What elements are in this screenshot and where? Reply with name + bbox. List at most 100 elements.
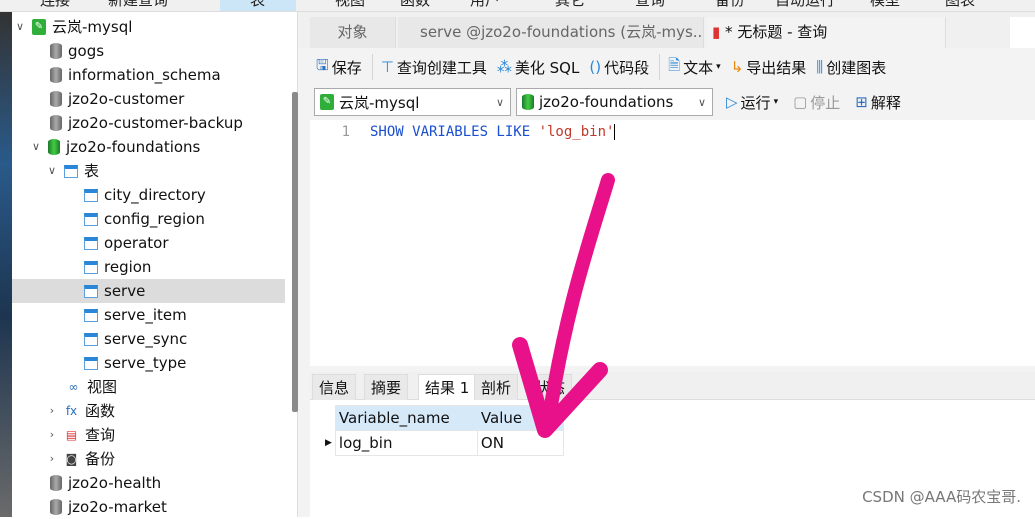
query-toolbar: 🖫 保存 ⊤ 查询创建工具 ⁂ 美化 SQL () 代码段 🗎 文本 ▾ ↳ 导出结果 ⫼ 创建… — [316, 52, 896, 82]
database-icon — [50, 115, 62, 131]
chevron-down-icon[interactable]: ∨ — [46, 159, 58, 183]
chevron-right-icon[interactable]: › — [46, 447, 58, 471]
header-row: Variable_name Value — [322, 405, 564, 431]
tree-db-customer-backup[interactable]: jzo2o-customer-backup — [50, 111, 243, 135]
tree-tables-group[interactable]: ∨ 表 — [46, 159, 99, 183]
menu-connect[interactable]: 连接 — [40, 0, 70, 10]
table-icon — [84, 308, 98, 322]
tree-backups-group[interactable]: › ◙ 备份 — [46, 447, 115, 471]
database-select[interactable]: jzo2o-foundations ∨ — [516, 88, 713, 116]
tab-status[interactable]: 状态 — [528, 374, 573, 400]
menu-chart[interactable]: 图表 — [945, 0, 975, 10]
database-open-icon — [48, 139, 60, 155]
menu-automation[interactable]: 自动运行 — [775, 0, 835, 10]
tab-objects[interactable]: 对象 — [310, 17, 396, 48]
chevron-down-icon[interactable]: ∨ — [30, 135, 42, 159]
text-button[interactable]: 🗎 文本 ▾ — [668, 55, 721, 80]
table-label: serve_type — [104, 354, 187, 372]
db-label: jzo2o-customer — [68, 90, 185, 108]
tree-db-foundations[interactable]: ∨ jzo2o-foundations — [30, 135, 200, 159]
sql-code[interactable]: SHOW VARIABLES LIKE 'log_bin' — [370, 124, 616, 140]
table-icon — [84, 236, 98, 250]
column-header[interactable]: Variable_name — [334, 405, 478, 431]
table-label: serve_item — [104, 306, 187, 324]
tab-profile[interactable]: 剖析 — [474, 374, 519, 400]
tree-views-group[interactable]: ∞ 视图 — [66, 375, 118, 399]
column-header[interactable]: Value — [476, 405, 564, 431]
tree-db-customer[interactable]: jzo2o-customer — [50, 87, 184, 111]
database-icon — [50, 475, 62, 491]
cell[interactable]: ON — [476, 430, 564, 456]
beautify-sql-button[interactable]: ⁂ 美化 SQL — [497, 57, 579, 78]
magic-wand-icon: ⁂ — [496, 58, 512, 76]
mysql-connection-icon: ✎ — [320, 94, 334, 110]
menu-other[interactable]: 其它 — [555, 0, 585, 10]
document-icon: 🗎 — [668, 55, 681, 74]
connection-select[interactable]: ✎ 云岚-mysql ∨ — [314, 88, 511, 116]
chevron-down-icon[interactable]: ∨ — [14, 15, 26, 39]
menu-new-query[interactable]: 新建查询 — [108, 0, 168, 10]
stop-button[interactable]: ▢ 停止 — [793, 92, 840, 113]
menu-table[interactable]: 表 — [250, 0, 265, 10]
result-table: Variable_name Value ▶ log_bin ON — [322, 405, 564, 456]
chart-icon: ⫼ — [816, 58, 824, 76]
create-chart-button[interactable]: ⫼ 创建图表 — [816, 57, 886, 78]
menu-function[interactable]: 函数 — [400, 0, 430, 10]
label: 文本 — [683, 58, 714, 77]
tree-table[interactable]: serve_sync — [84, 327, 187, 351]
tree-table[interactable]: city_directory — [84, 183, 206, 207]
tree-db-gogs[interactable]: gogs — [50, 39, 104, 63]
chevron-right-icon[interactable]: › — [46, 399, 58, 423]
tab-query[interactable]: ▮ * 无标题 - 查询 — [706, 17, 946, 48]
cell[interactable]: log_bin — [334, 430, 478, 456]
parentheses-icon: () — [589, 58, 602, 76]
tab-result-1[interactable]: 结果 1 — [418, 374, 477, 400]
table-row[interactable]: ▶ log_bin ON — [322, 430, 564, 456]
tree-queries-group[interactable]: › ▤ 查询 — [46, 423, 115, 447]
tree-table-selected[interactable]: serve — [12, 279, 285, 303]
database-icon — [522, 94, 534, 110]
label: 运行 — [740, 93, 771, 112]
tree-db-information-schema[interactable]: information_schema — [50, 63, 221, 87]
export-results-button[interactable]: ↳ 导出结果 — [731, 57, 807, 78]
tab-summary[interactable]: 摘要 — [364, 374, 409, 400]
table-icon — [84, 212, 98, 226]
tree-connection[interactable]: ∨ ✎ 云岚-mysql — [14, 15, 132, 39]
sql-editor[interactable]: 1 SHOW VARIABLES LIKE 'log_bin' — [310, 120, 1035, 366]
watermark: CSDN @AAA码农宝哥. — [862, 488, 1021, 506]
tree-db-market[interactable]: jzo2o-market — [50, 495, 167, 519]
group-label: 函数 — [85, 402, 116, 420]
explain-button[interactable]: ⊞ 解释 — [855, 92, 901, 113]
save-button[interactable]: 🖫 保存 — [316, 55, 362, 80]
label: 美化 SQL — [514, 58, 580, 77]
tree-table[interactable]: region — [84, 255, 151, 279]
chevron-right-icon[interactable]: › — [46, 423, 58, 447]
tree-table[interactable]: serve_item — [84, 303, 187, 327]
query-builder-button[interactable]: ⊤ 查询创建工具 — [381, 57, 487, 78]
dropdown-icon: ▾ — [716, 62, 721, 72]
export-icon: ↳ — [730, 58, 744, 76]
tree-table[interactable]: serve_type — [84, 351, 186, 375]
tab-info[interactable]: 信息 — [312, 374, 357, 400]
menu-view[interactable]: 视图 — [335, 0, 365, 10]
database-icon — [50, 499, 62, 515]
db-label: jzo2o-customer-backup — [68, 114, 243, 132]
tab-bar: 对象 serve @jzo2o-foundations (云岚-mys... ▮… — [298, 12, 1035, 48]
tree-table[interactable]: operator — [84, 231, 169, 255]
menu-backup[interactable]: 备份 — [715, 0, 745, 10]
tree-db-health[interactable]: jzo2o-health — [50, 471, 161, 495]
result-tabs: 信息 摘要 结果 1 剖析 状态 — [310, 372, 1035, 400]
menu-user[interactable]: 用户 — [470, 0, 500, 10]
table-label: serve_sync — [104, 330, 188, 348]
db-label: information_schema — [68, 66, 221, 84]
tree-functions-group[interactable]: › fx 函数 — [46, 399, 115, 423]
menu-query[interactable]: 查询 — [635, 0, 665, 10]
code-snippet-button[interactable]: () 代码段 — [589, 57, 649, 78]
database-icon — [50, 67, 62, 83]
menu-model[interactable]: 模型 — [870, 0, 900, 10]
tree-table[interactable]: config_region — [84, 207, 205, 231]
chevron-down-icon: ∨ — [697, 95, 706, 109]
run-button[interactable]: ▷ 运行 ▾ — [726, 92, 778, 113]
tab-label: serve @jzo2o-foundations (云岚-mys... — [420, 23, 704, 41]
tab-serve-table[interactable]: serve @jzo2o-foundations (云岚-mys... — [398, 17, 704, 48]
